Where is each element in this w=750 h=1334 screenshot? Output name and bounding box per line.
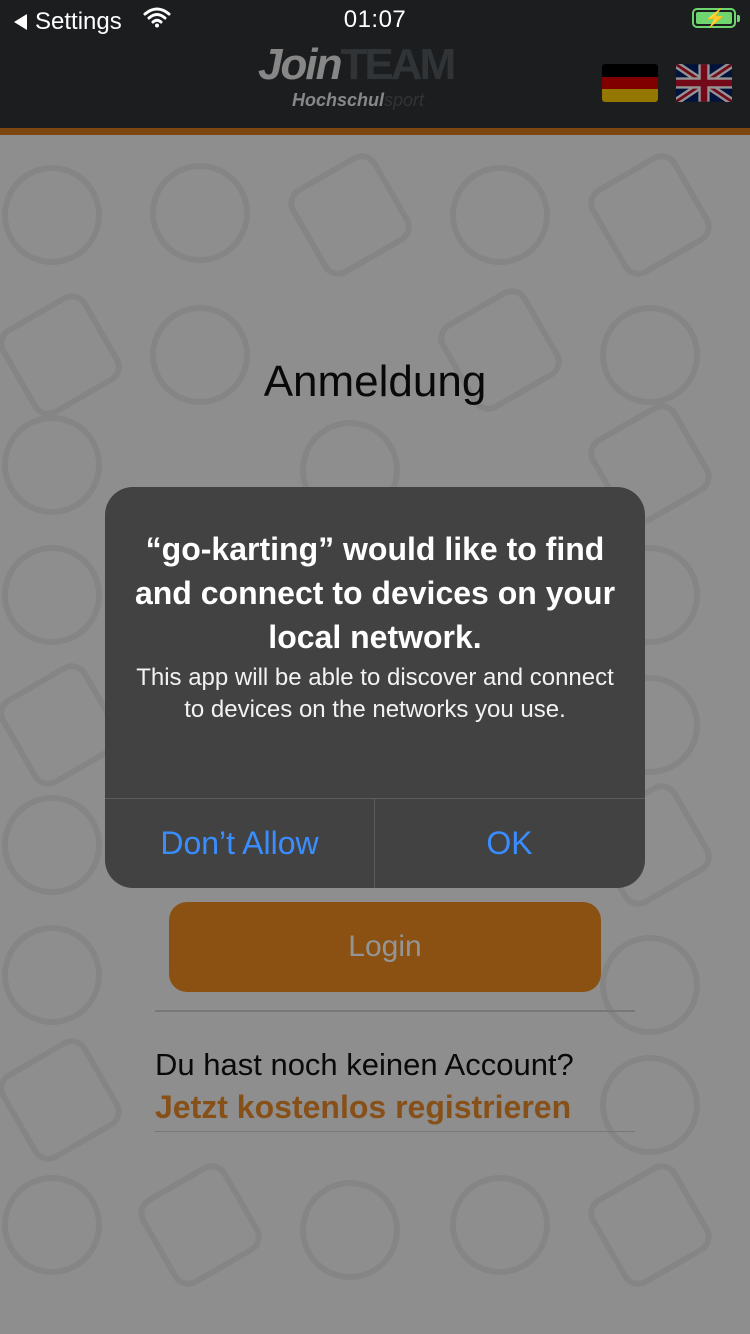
alert-title: “go-karting” would like to find and conn… <box>134 531 616 655</box>
status-time: 01:07 <box>343 6 407 33</box>
ok-button[interactable]: OK <box>375 799 644 888</box>
local-network-permission-alert: “go-karting” would like to find and conn… <box>105 487 645 888</box>
battery-charging-icon: ⚡ <box>692 8 740 28</box>
status-bar: Settings 01:07 ⚡ <box>0 0 750 40</box>
dont-allow-button[interactable]: Don’t Allow <box>105 799 374 888</box>
alert-message: This app will be able to discover and co… <box>136 664 614 723</box>
